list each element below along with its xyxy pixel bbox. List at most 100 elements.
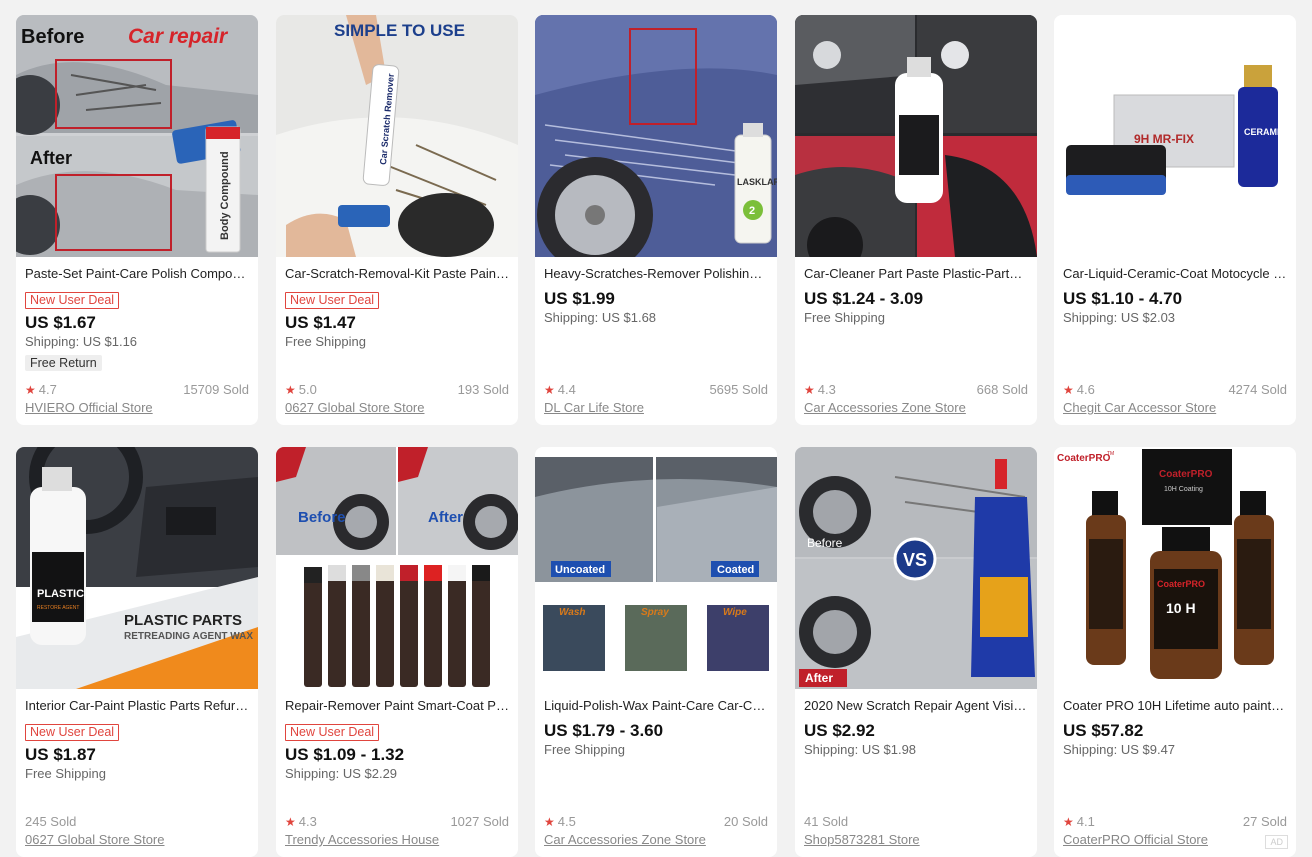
product-image[interactable]: CoaterPRO TM CoaterPRO 10H Coating Coate… <box>1054 447 1296 689</box>
star-icon: ★ <box>1063 815 1074 829</box>
store-link[interactable]: Trendy Accessories House <box>285 832 509 848</box>
product-info: Coater PRO 10H Lifetime auto paint ceram… <box>1063 698 1287 758</box>
product-title[interactable]: Repair-Remover Paint Smart-Coat Pen Touc… <box>285 698 509 714</box>
store-link[interactable]: Car Accessories Zone Store <box>804 400 1028 416</box>
shipping-info: Shipping: US $2.03 <box>1063 310 1176 325</box>
scratch-before-after-image: Before Car repair After Body Compound <box>16 15 258 257</box>
star-icon: ★ <box>285 815 296 829</box>
product-image[interactable]: Before VS After <box>795 447 1037 689</box>
product-image[interactable]: 9H MR-FIX CERAMIC TING <box>1054 15 1296 257</box>
overlay-uncoated: Uncoated <box>555 564 605 576</box>
product-card[interactable]: Before Car repair After Body Compound Pa… <box>16 15 258 425</box>
sold-count: 41 Sold <box>804 814 849 829</box>
rating-value: 5.0 <box>298 382 317 397</box>
sold-count: 20 Sold <box>723 814 768 829</box>
free-return-badge: Free Return <box>25 355 102 371</box>
overlay-before: Before <box>298 509 346 526</box>
product-meta: ★ 4.4 5695 Sold <box>544 382 768 398</box>
product-price: US $2.92 <box>804 721 875 740</box>
product-card[interactable]: Before After Repair-Remover Paint Smart-… <box>276 447 518 857</box>
store-link[interactable]: Shop5873281 Store <box>804 832 1028 848</box>
product-info: Liquid-Polish-Wax Paint-Care Car-Coating… <box>544 698 768 758</box>
overlay-bottle-label: LASKLAR <box>737 177 777 187</box>
product-meta: ★ 4.1 27 Sold <box>1063 814 1287 830</box>
overlay-box-label: 9H MR-FIX <box>1134 132 1194 146</box>
overlay-before: Before <box>21 26 84 48</box>
shipping-info: Free Shipping <box>544 742 625 757</box>
product-title[interactable]: Liquid-Polish-Wax Paint-Care Car-Coating <box>544 698 768 714</box>
product-meta: ★ 4.6 4274 Sold <box>1063 382 1287 398</box>
store-link[interactable]: 0627 Global Store Store <box>285 400 509 416</box>
rating-value: 4.3 <box>298 814 317 829</box>
product-meta: 245 Sold <box>25 814 249 830</box>
store-link[interactable]: 0627 Global Store Store <box>25 832 249 848</box>
rating-value: 4.7 <box>38 382 57 397</box>
product-title[interactable]: Paste-Set Paint-Care Polish Compound Scr… <box>25 266 249 282</box>
shipping-info: Free Shipping <box>25 766 106 781</box>
product-title[interactable]: Car-Liquid-Ceramic-Coat Motocycle Paint … <box>1063 266 1287 282</box>
star-icon: ★ <box>285 383 296 397</box>
product-image[interactable]: PLASTIC RESTORE AGENT PLASTIC PARTS RETR… <box>16 447 258 689</box>
product-title[interactable]: Heavy-Scratches-Remover Polishing Paste <box>544 266 768 282</box>
product-image[interactable]: Uncoated Coated Wash Spray Wipe <box>535 447 777 689</box>
overlay-after: After <box>30 148 72 168</box>
product-price: US $1.47 <box>285 313 356 332</box>
overlay-brand-tm: TM <box>1107 451 1114 457</box>
ceramic-coat-image: 9H MR-FIX CERAMIC TING <box>1054 15 1296 257</box>
product-title[interactable]: 2020 New Scratch Repair Agent Visible <box>804 698 1028 714</box>
store-link[interactable]: Car Accessories Zone Store <box>544 832 768 848</box>
overlay-tube-label: Body Compound <box>219 151 231 240</box>
overlay-bottle-label: PLASTIC <box>37 588 84 600</box>
rating-value: 4.6 <box>1076 382 1095 397</box>
store-link[interactable]: CoaterPRO Official Store <box>1063 832 1287 848</box>
rating: ★ 4.5 <box>544 814 576 829</box>
product-card[interactable]: 9H MR-FIX CERAMIC TING Car-Liquid-Cerami… <box>1054 15 1296 425</box>
sold-count: 15709 Sold <box>183 382 249 397</box>
store-link[interactable]: Chegit Car Accessor Store <box>1063 400 1287 416</box>
product-meta: ★ 4.3 668 Sold <box>804 382 1028 398</box>
product-image[interactable] <box>795 15 1037 257</box>
sold-count: 668 Sold <box>976 382 1028 397</box>
product-image[interactable]: Before After <box>276 447 518 689</box>
overlay-wash: Wash <box>559 607 586 618</box>
overlay-wipe: Wipe <box>723 607 747 618</box>
overlay-bottle-label: CERAMIC TING <box>1244 127 1296 137</box>
shipping-info: Free Shipping <box>804 310 885 325</box>
plastic-parts-agent-image: PLASTIC RESTORE AGENT PLASTIC PARTS RETR… <box>16 447 258 689</box>
overlay-10h-label: 10 H <box>1166 600 1196 616</box>
product-card[interactable]: LASKLAR 2 Heavy-Scratches-Remover Polish… <box>535 15 777 425</box>
product-card[interactable]: Uncoated Coated Wash Spray Wipe Liquid-P… <box>535 447 777 857</box>
store-link[interactable]: DL Car Life Store <box>544 400 768 416</box>
product-info: Car-Cleaner Part Paste Plastic-Parts Ref… <box>804 266 1028 326</box>
scratch-kit-image: Car Scratch Remover SIMPLE TO USE <box>276 15 518 257</box>
rating: ★ 4.3 <box>804 382 836 397</box>
product-info: Interior Car-Paint Plastic Parts Refurbi… <box>25 698 249 782</box>
sold-count: 245 Sold <box>25 814 77 829</box>
overlay-spray: Spray <box>641 607 669 618</box>
product-card[interactable]: CoaterPRO TM CoaterPRO 10H Coating Coate… <box>1054 447 1296 857</box>
overlay-coated: Coated <box>717 564 754 576</box>
shipping-info: Shipping: US $2.29 <box>285 766 398 781</box>
store-link[interactable]: HVIERO Official Store <box>25 400 249 416</box>
product-card[interactable]: Before VS After 2020 New Scratch Repair … <box>795 447 1037 857</box>
rating: ★ 4.7 <box>25 382 57 397</box>
overlay-center-label: CoaterPRO <box>1157 579 1205 589</box>
product-title[interactable]: Interior Car-Paint Plastic Parts Refurbi… <box>25 698 249 714</box>
product-card[interactable]: PLASTIC RESTORE AGENT PLASTIC PARTS RETR… <box>16 447 258 857</box>
product-price: US $1.09 - 1.32 <box>285 745 405 764</box>
product-image[interactable]: Car Scratch Remover SIMPLE TO USE <box>276 15 518 257</box>
star-icon: ★ <box>25 383 36 397</box>
overlay-subline: RETREADING AGENT WAX <box>124 631 253 642</box>
product-info: 2020 New Scratch Repair Agent Visible US… <box>804 698 1028 758</box>
product-title[interactable]: Coater PRO 10H Lifetime auto paint ceram… <box>1063 698 1287 714</box>
product-image[interactable]: LASKLAR 2 <box>535 15 777 257</box>
product-title[interactable]: Car-Cleaner Part Paste Plastic-Parts Ref… <box>804 266 1028 282</box>
product-title[interactable]: Car-Scratch-Removal-Kit Paste Paint Repa… <box>285 266 509 282</box>
product-image[interactable]: Before Car repair After Body Compound <box>16 15 258 257</box>
product-card[interactable]: Car Scratch Remover SIMPLE TO USE Car-Sc… <box>276 15 518 425</box>
scratch-repair-agent-image: Before VS After <box>795 447 1037 689</box>
product-card[interactable]: Car-Cleaner Part Paste Plastic-Parts Ref… <box>795 15 1037 425</box>
product-price: US $1.99 <box>544 289 615 308</box>
overlay-box-label: CoaterPRO <box>1159 469 1213 480</box>
rating: ★ 4.1 <box>1063 814 1095 829</box>
